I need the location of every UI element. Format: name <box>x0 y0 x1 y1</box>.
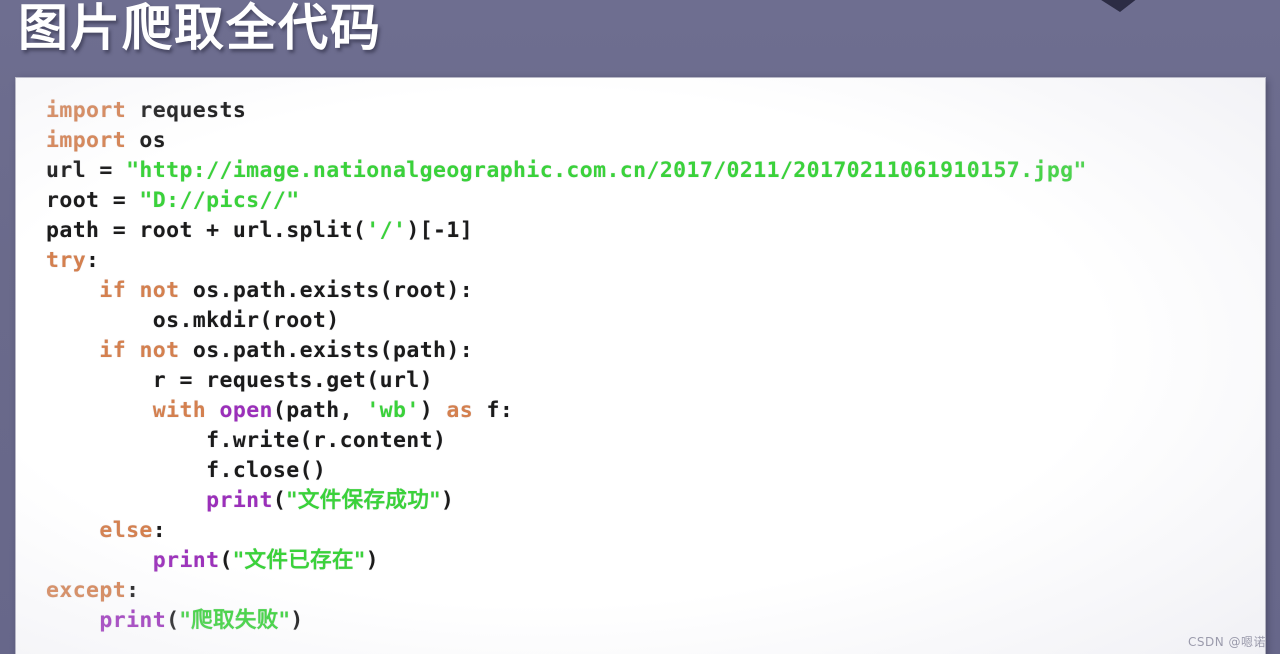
code-token-str: "文件已存在" <box>232 548 366 573</box>
code-block: import requests import os url = "http://im… <box>46 96 1261 636</box>
code-token-str: "文件保存成功" <box>286 488 441 513</box>
slide-title: 图片爬取全代码 <box>18 0 382 57</box>
code-token-kw: except <box>46 578 127 603</box>
code-token-pl: ) <box>419 398 447 423</box>
code-token-pl: root = <box>46 188 140 213</box>
code-line: f.close() <box>46 456 1261 486</box>
code-token-str: "爬取失败" <box>179 608 291 633</box>
csdn-watermark: CSDN @嗯诺 <box>1187 635 1266 649</box>
code-line: except: <box>46 576 1261 606</box>
code-token-pl: : <box>86 248 100 273</box>
code-token-pl: )[-1] <box>406 218 474 243</box>
code-token-fn: print <box>206 488 273 513</box>
code-panel: import requests import os url = "http://im… <box>16 78 1265 654</box>
code-line: f.write(r.content) <box>46 426 1261 456</box>
code-line: print("爬取失败") <box>46 606 1261 636</box>
code-line: if not os.path.exists(path): <box>46 336 1261 366</box>
code-line: url = "http://image.nationalgeographic.c… <box>46 156 1261 186</box>
code-line: r = requests.get(url) <box>46 366 1261 396</box>
code-token-fn: open <box>219 398 273 423</box>
presentation-slide: 图片爬取全代码 import requests import os url = "h… <box>0 0 1280 654</box>
code-token-kw: not <box>139 338 180 363</box>
code-token-pl: os <box>126 128 167 153</box>
code-line: print("文件已存在") <box>46 546 1261 576</box>
code-token-pl: ) <box>440 488 455 513</box>
code-token-kw: try <box>46 248 87 273</box>
code-token-kw: else <box>99 518 153 543</box>
code-token-kw: if <box>99 338 127 363</box>
code-token-pl: r = requests.get(url) <box>152 368 433 393</box>
code-token-pl: os.mkdir(root) <box>152 308 340 333</box>
code-line: import os <box>46 126 1261 156</box>
code-token-str: "http://image.nationalgeographic.com.cn/… <box>126 158 1087 183</box>
code-token-pl: ) <box>365 548 379 573</box>
code-token-str: "D://pics//" <box>139 188 300 213</box>
code-token-str: '/' <box>366 218 407 243</box>
code-token-fn: print <box>152 548 220 573</box>
code-token-pl: f.close() <box>206 458 327 483</box>
code-line: os.mkdir(root) <box>46 306 1261 336</box>
code-token-kw: import <box>46 98 127 123</box>
code-token-pl: : <box>152 518 167 543</box>
code-token-pl: (path, <box>272 398 367 423</box>
code-token-pl: os.path.exists(root): <box>179 278 474 303</box>
code-token-fn: print <box>99 608 167 633</box>
code-line: root = "D://pics//" <box>46 186 1261 216</box>
code-token-pl: ( <box>166 608 180 633</box>
code-token-pl: ( <box>272 488 287 513</box>
code-line: if not os.path.exists(root): <box>46 276 1261 306</box>
code-token-kw: with <box>152 398 207 423</box>
code-line: import requests <box>46 96 1261 126</box>
code-token-kw: if <box>99 278 127 303</box>
code-line: print("文件保存成功") <box>46 486 1261 516</box>
code-token-pl: url = <box>46 158 127 183</box>
code-line: with open(path, 'wb') as f: <box>46 396 1261 426</box>
code-token-pl: path = root + url.split( <box>46 218 367 243</box>
code-token-pl: ) <box>290 608 304 633</box>
code-token-pl: f: <box>473 398 514 423</box>
code-token-kw: as <box>446 398 474 423</box>
code-token-kw: import <box>46 128 127 153</box>
code-token-pl: f.write(r.content) <box>206 428 447 453</box>
code-token-kw: not <box>139 278 180 303</box>
code-line: else: <box>46 516 1261 546</box>
code-token-pl: os.path.exists(path): <box>179 338 474 363</box>
code-line: try: <box>46 246 1261 276</box>
code-token-pl: : <box>126 578 140 603</box>
code-token-pl: requests <box>126 98 247 123</box>
code-token-str: 'wb' <box>366 398 420 423</box>
code-token-pl: ( <box>219 548 233 573</box>
code-line: path = root + url.split('/')[-1] <box>46 216 1261 246</box>
